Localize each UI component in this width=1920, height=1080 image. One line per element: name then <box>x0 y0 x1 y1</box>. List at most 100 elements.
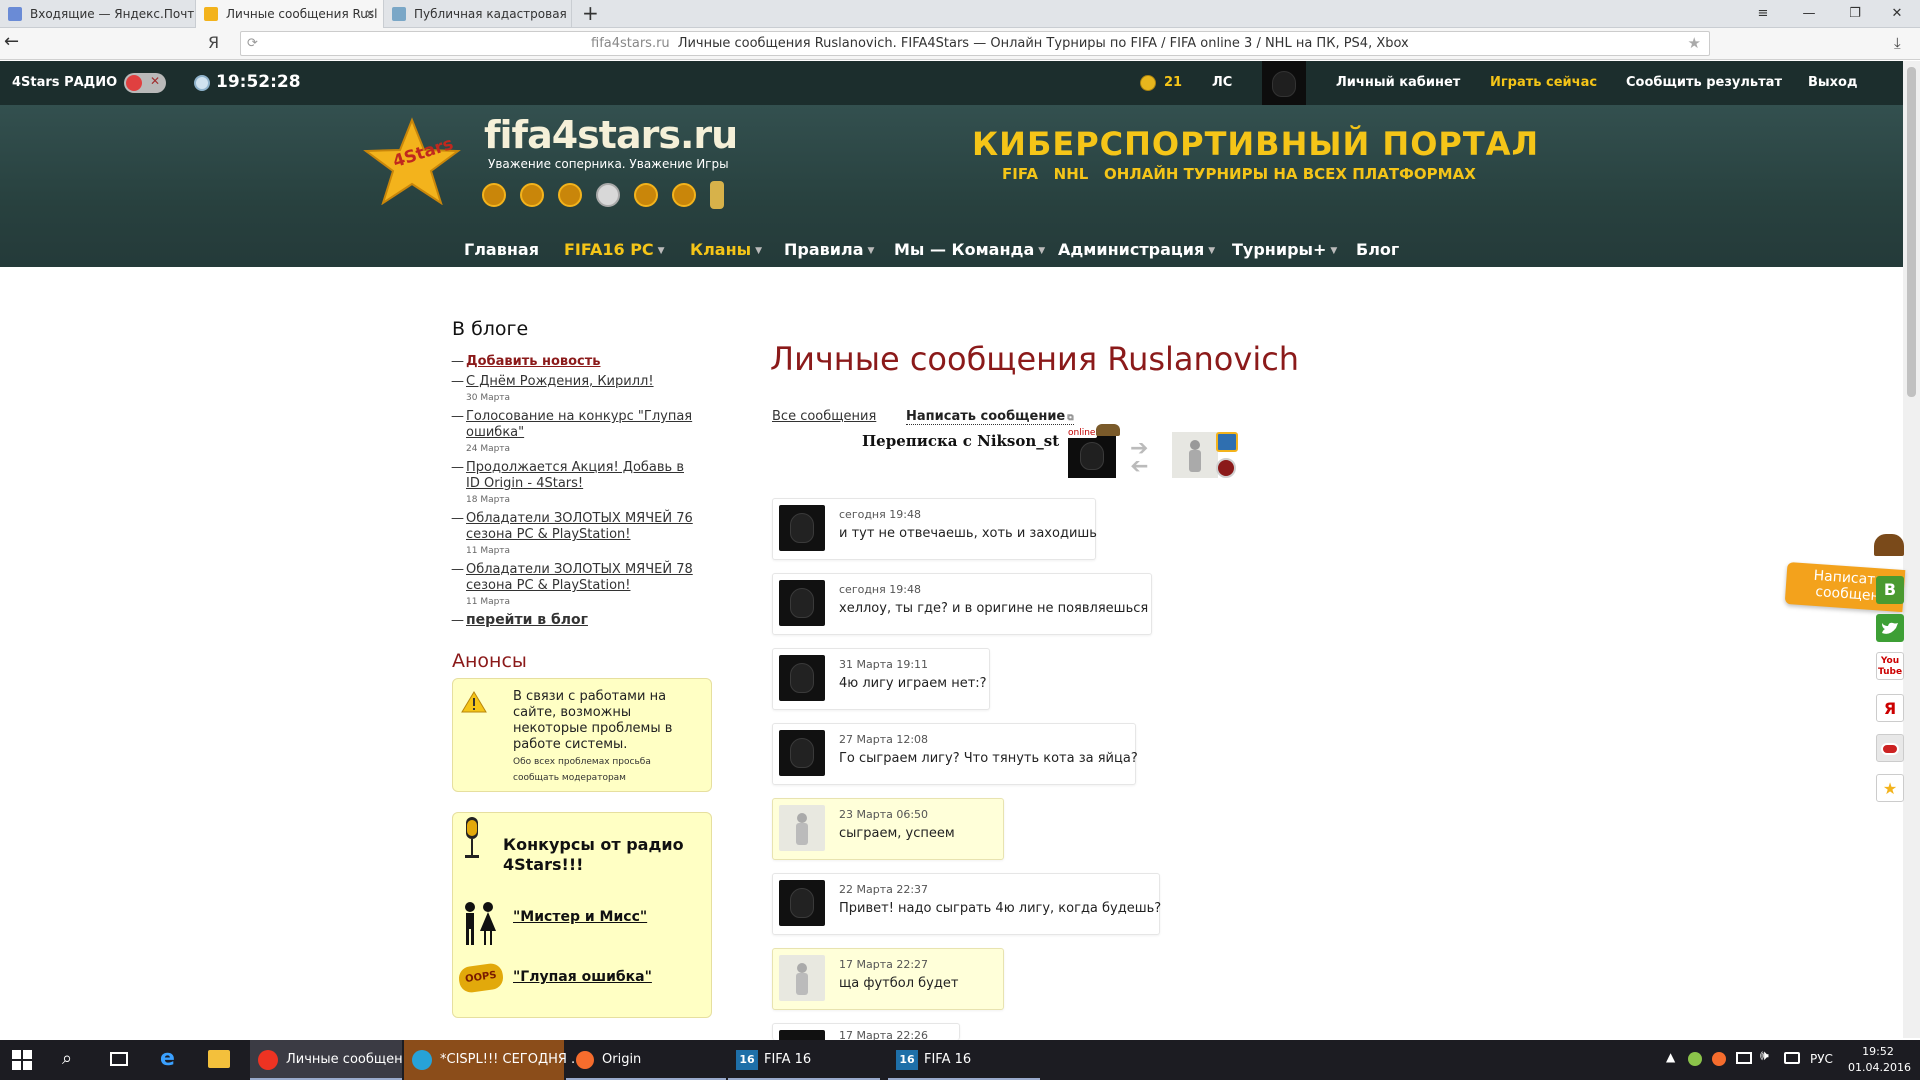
system-clock[interactable]: 19:52 01.04.2016 <box>1848 1044 1911 1076</box>
taskbar-chat[interactable]: *CISPL!!! СЕГОДНЯ ... <box>404 1040 583 1080</box>
nav-team[interactable]: Мы — Команда ▼ <box>894 240 1045 259</box>
maximize-icon[interactable]: ❐ <box>1832 0 1878 28</box>
add-news-link[interactable]: Добавить новость <box>466 354 696 370</box>
message-avatar[interactable] <box>779 730 825 776</box>
message-item: 17 Марта 22:27 ща футбол будет <box>772 948 1004 1010</box>
tab-label: Входящие — Яндекс.Почта <box>30 7 196 21</box>
menu-icon[interactable]: ≡ <box>1740 0 1786 28</box>
blog-post-link[interactable]: Обладатели ЗОЛОТЫХ МЯЧЕЙ 78 сезона PC & … <box>466 562 696 594</box>
tab-label: Публичная кадастровая карт <box>414 7 571 21</box>
message-avatar[interactable] <box>779 1030 825 1040</box>
taskbar-yandex-browser[interactable]: Личные сообщен... <box>250 1040 415 1080</box>
blog-post-link[interactable]: С Днём Рождения, Кирилл! <box>466 374 696 390</box>
announce-text: В связи с работами на сайте, возможны не… <box>513 689 673 752</box>
site-name[interactable]: fifa4stars.ru <box>484 113 738 157</box>
window-close-icon[interactable]: ✕ <box>1874 0 1920 28</box>
task-view-icon[interactable] <box>110 1052 128 1066</box>
radio-toggle[interactable]: ✕ <box>124 73 166 93</box>
announce-box: В связи с работами на сайте, возможны не… <box>452 678 712 792</box>
tray-origin-icon[interactable] <box>1712 1052 1726 1066</box>
tab-messages[interactable]: Личные сообщения Rusl ✕ <box>196 0 384 28</box>
nav-label: Турниры+ <box>1232 240 1327 259</box>
nav-fifa16pc[interactable]: FIFA16 PC ▼ <box>564 240 665 259</box>
scrollbar-thumb[interactable] <box>1907 67 1916 397</box>
star-favicon-icon <box>204 7 218 21</box>
reload-icon[interactable]: ⟳ <box>247 32 258 55</box>
logout-link[interactable]: Выход <box>1808 75 1857 90</box>
taskbar-search-icon[interactable]: ⌕ <box>62 1048 72 1069</box>
coin-count: 21 <box>1164 75 1183 90</box>
site-top-bar: 4Stars РАДИО ✕ 19:52:28 21 ЛС Личный каб… <box>0 61 1903 105</box>
message-avatar[interactable] <box>779 880 825 926</box>
downloads-icon[interactable]: ⤓ <box>1894 34 1901 52</box>
list-bullet: — <box>451 460 464 475</box>
conversation-avatar-self[interactable] <box>1068 432 1116 478</box>
radio-close-icon[interactable]: ✕ <box>150 74 160 88</box>
taskbar-origin[interactable]: Origin <box>566 1040 726 1080</box>
radio-label[interactable]: 4Stars РАДИО <box>12 75 117 90</box>
message-avatar[interactable] <box>779 655 825 701</box>
message-avatar[interactable] <box>779 580 825 626</box>
map-favicon-icon <box>392 7 406 21</box>
write-message-link[interactable]: Написать сообщение ⧉ <box>906 409 1074 425</box>
nav-blog[interactable]: Блог <box>1356 240 1399 259</box>
yandex-logo[interactable]: Я <box>208 33 219 52</box>
blog-post-link[interactable]: Голосование на конкурс "Глупая ошибка" <box>466 409 696 441</box>
windows-start-icon[interactable] <box>12 1050 32 1070</box>
mail-share-icon[interactable] <box>1876 734 1904 762</box>
start-quad <box>23 1050 32 1059</box>
vk-icon[interactable]: В <box>1876 576 1904 604</box>
conversation-avatar-other[interactable] <box>1172 432 1218 478</box>
back-arrow-icon[interactable]: ← <box>4 31 19 52</box>
clock-icon <box>194 75 210 91</box>
blog-post-link[interactable]: Обладатели ЗОЛОТЫХ МЯЧЕЙ 76 сезона PC & … <box>466 511 696 543</box>
message-avatar[interactable] <box>779 805 825 851</box>
yandex-icon[interactable]: Я <box>1876 694 1904 722</box>
goto-blog-link[interactable]: перейти в блог <box>466 612 696 628</box>
all-messages-link[interactable]: Все сообщения <box>772 409 876 424</box>
tab-cadastral-map[interactable]: Публичная кадастровая карт <box>384 0 572 28</box>
youtube-icon[interactable]: You Tube <box>1876 652 1904 680</box>
edge-icon[interactable]: e <box>160 1046 175 1071</box>
message-avatar[interactable] <box>779 955 825 1001</box>
twitter-icon[interactable] <box>1876 614 1904 642</box>
blog-post-date: 11 Марта <box>466 546 511 556</box>
nav-home[interactable]: Главная <box>464 240 539 259</box>
network-icon[interactable] <box>1736 1052 1752 1064</box>
tray-chevron-up-icon[interactable]: ▲ <box>1666 1050 1675 1064</box>
file-explorer-icon[interactable] <box>208 1050 230 1068</box>
blog-post-link[interactable]: Продолжается Акция! Добавь в ID Origin -… <box>466 460 696 492</box>
report-result-link[interactable]: Сообщить результат <box>1626 75 1782 90</box>
coin-icon <box>1140 75 1156 91</box>
nav-administration[interactable]: Администрация ▼ <box>1058 240 1215 259</box>
nav-tournaments[interactable]: Турниры+ ▼ <box>1232 240 1337 259</box>
blog-post-date: 30 Марта <box>466 393 511 403</box>
radio-power-icon <box>126 75 142 91</box>
bookmark-star-icon[interactable]: ★ <box>1688 32 1701 55</box>
fifa4stars-icon[interactable]: ★ <box>1876 774 1904 802</box>
volume-icon[interactable]: 🕪 <box>1760 1048 1769 1064</box>
nav-rules[interactable]: Правила ▼ <box>784 240 874 259</box>
new-tab-button[interactable]: + <box>582 0 599 26</box>
notification-icon[interactable] <box>1784 1052 1800 1064</box>
tray-app-icon[interactable] <box>1688 1052 1702 1066</box>
microphone-icon <box>465 817 479 858</box>
minimize-icon[interactable]: — <box>1786 0 1832 28</box>
ls-link[interactable]: ЛС <box>1212 75 1232 90</box>
contest-link-silly-mistake[interactable]: "Глупая ошибка" <box>513 969 652 985</box>
cabinet-link[interactable]: Личный кабинет <box>1336 75 1460 90</box>
nav-clans[interactable]: Кланы ▼ <box>690 240 762 259</box>
message-time: 17 Марта 22:26 <box>839 1029 929 1040</box>
user-avatar[interactable] <box>1262 61 1306 105</box>
message-avatar[interactable] <box>779 505 825 551</box>
taskbar-fifa16-a[interactable]: 16 FIFA 16 <box>728 1040 880 1080</box>
play-now-link[interactable]: Играть сейчас <box>1490 75 1597 90</box>
contest-link-mister-miss[interactable]: "Мистер и Мисс" <box>513 909 647 925</box>
taskbar-fifa16-b[interactable]: 16 FIFA 16 <box>888 1040 1040 1080</box>
trophy-icon <box>672 183 696 207</box>
address-field[interactable]: ⟳ fifa4stars.ru Личные сообщения Ruslanov… <box>240 31 1710 56</box>
close-icon[interactable]: ✕ <box>365 0 375 28</box>
page-scrollbar[interactable] <box>1903 61 1920 1038</box>
tab-yandex-mail[interactable]: Входящие — Яндекс.Почта <box>0 0 196 28</box>
language-indicator[interactable]: РУС <box>1810 1052 1833 1066</box>
